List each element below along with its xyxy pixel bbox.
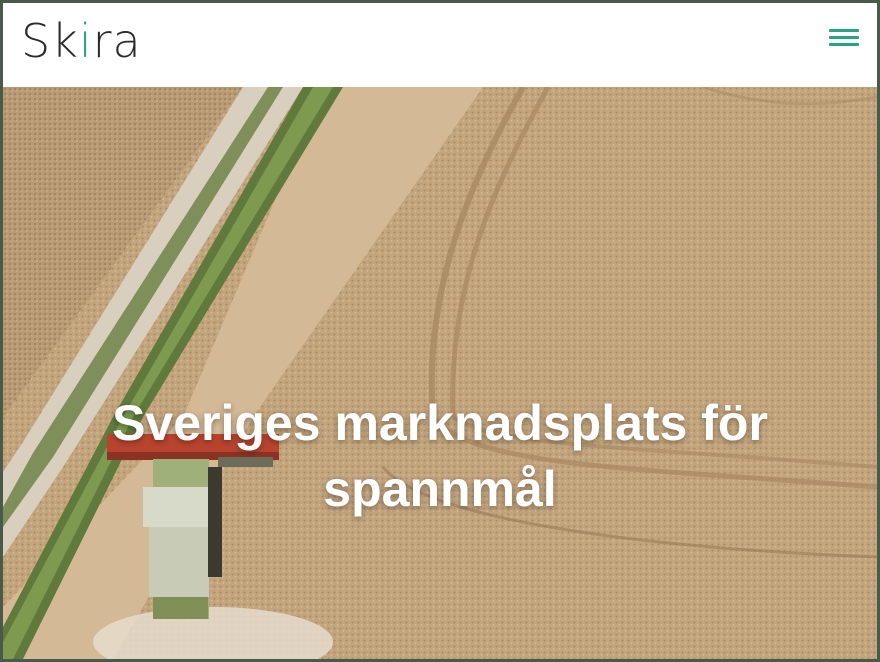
hero-section: Sveriges marknadsplats för spannmål — [3, 87, 877, 659]
page-frame: Skira Sveriges marknadsplats för spannmå… — [3, 3, 877, 659]
logo-text-end: ra — [92, 14, 142, 68]
hamburger-menu-icon[interactable] — [827, 25, 861, 51]
hero-background-image — [3, 87, 877, 659]
site-header: Skira — [3, 3, 877, 87]
hero-title: Sveriges marknadsplats för spannmål — [112, 395, 768, 517]
logo-text-start: Sk — [21, 14, 79, 68]
logo-leaf-letter: i — [78, 14, 93, 68]
skira-logo[interactable]: Skira — [21, 11, 142, 71]
